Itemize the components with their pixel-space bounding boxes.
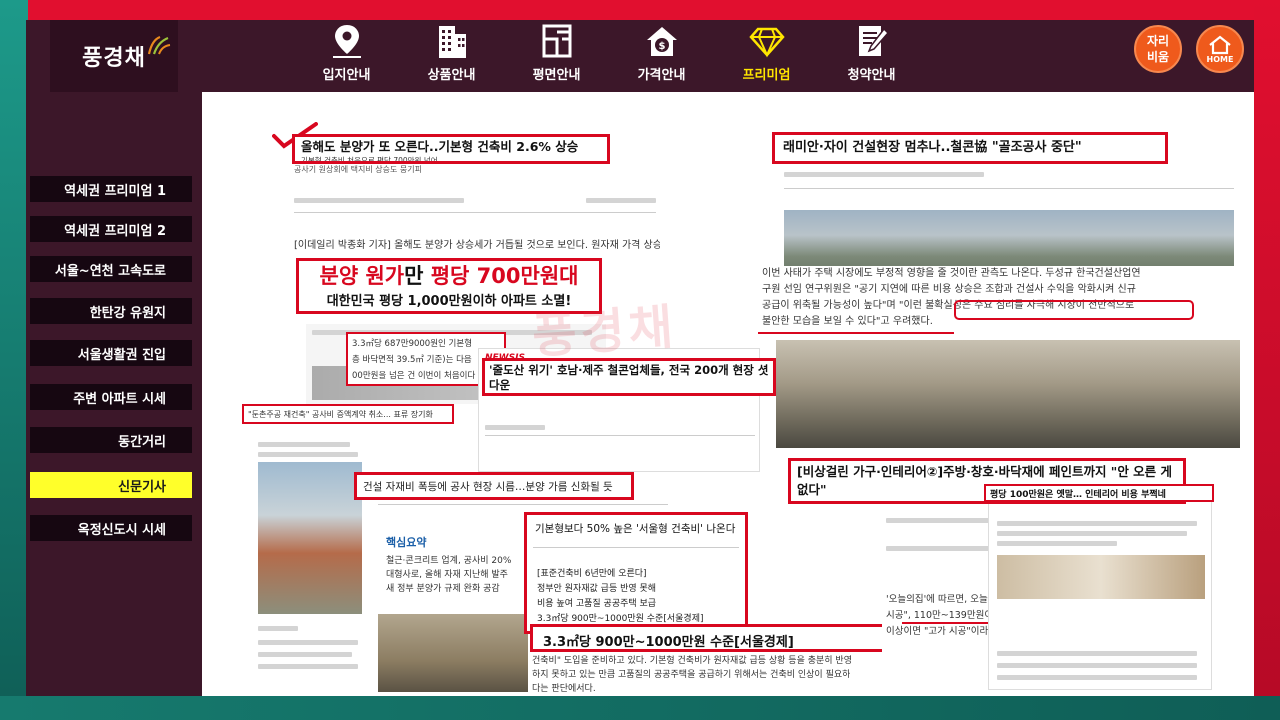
article-6-footer: 건축비" 도입을 준비하고 있다. 기본형 건축비가 원자재값 급등 상황 등을… <box>532 654 892 696</box>
building-icon <box>438 26 466 58</box>
sidebar-item-label: 옥정신도시 시세 <box>77 522 166 538</box>
diamond-icon <box>748 27 785 58</box>
sidebar-item-label: 주변 아파트 시세 <box>73 391 166 407</box>
sidebar-item-hantan-river[interactable]: 한탄강 유원지 <box>30 298 192 324</box>
bottom-border <box>0 696 1280 720</box>
interior-photo <box>997 555 1205 599</box>
document-pen-icon <box>858 26 889 56</box>
summary-title: 핵심요약 <box>386 536 427 549</box>
main-nav: 입지안내 상품안내 평면안내 $ 가격안내 프리미엄 청약안내 <box>294 20 924 92</box>
article-3-headline: '줄도산 위기' 호남·제주 철콘업체들, 전국 200개 현장 셧다운 <box>489 363 769 392</box>
sidebar-item-expressway[interactable]: 서울~연천 고속도로 <box>30 256 192 282</box>
article-1-lead: [이데일리 박종화 기자] 올해도 분양가 상승세가 거듭될 것으로 보인다. … <box>294 240 660 251</box>
brand-logo[interactable]: 풍경채 <box>50 20 178 92</box>
price-house-icon: $ <box>646 27 677 56</box>
nav-label: 상품안내 <box>427 68 476 83</box>
construction-photo-3 <box>258 462 362 614</box>
article-1-subhead: 공사기 원상회에 택지비 상승도 뭉기피 <box>294 165 422 174</box>
sidebar-item-label: 역세권 프리미엄 2 <box>64 223 166 239</box>
nav-label: 청약안내 <box>847 68 896 83</box>
sidebar-item-okjeong-prices[interactable]: 옥정신도시 시세 <box>30 515 192 541</box>
top-border <box>0 0 1280 22</box>
article-2-headline-box[interactable]: 래미안·자이 건설현장 멈추나..철콘協 "골조공사 중단" <box>772 132 1168 164</box>
nav-label: 가격안내 <box>637 68 686 83</box>
nav-label: 입지안내 <box>322 68 371 83</box>
brand-logo-text: 풍경채 <box>82 45 146 71</box>
left-border <box>0 0 28 720</box>
sidebar-item-label: 서울~연천 고속도로 <box>54 263 166 279</box>
sidebar-item-news[interactable]: 신문기사 <box>30 472 192 498</box>
article-5-headline: 건설 자재비 폭등에 공사 현장 시름…분양 가름 신화될 듯 <box>363 481 613 493</box>
leaf-icon <box>147 35 171 55</box>
away-button[interactable]: 자리 비움 <box>1134 25 1182 73</box>
article-6-card[interactable]: 기본형보다 50% 높은 '서울형 건축비' 나온다 [표준건축비 6년만에 오… <box>524 512 748 634</box>
right-border <box>1254 0 1280 720</box>
sidebar-item-label: 한탄강 유원지 <box>89 305 166 321</box>
article-2-headline: 래미안·자이 건설현장 멈추나..철콘協 "골조공사 중단" <box>783 140 1082 155</box>
nav-label: 프리미엄 <box>742 68 791 83</box>
nav-location[interactable]: 입지안내 <box>294 20 399 92</box>
nav-subscription[interactable]: 청약안내 <box>819 20 924 92</box>
nav-product[interactable]: 상품안내 <box>399 20 504 92</box>
article-6-body: [표준건축비 6년만에 오른다] 정부안 원자재값 급등 반영 못해 비용 높여… <box>537 569 704 624</box>
home-button-label: HOME <box>1206 54 1234 64</box>
away-button-label: 자리 비움 <box>1146 34 1170 64</box>
article-1-headline: 올해도 분양가 또 오른다..기본형 건축비 2.6% 상승 <box>301 139 579 154</box>
article-6-callout: 3.3㎡당 900만~1000만원 수준[서울경제] <box>530 624 888 652</box>
top-navigation-bar: 풍경채 입지안내 상품안내 평면안내 $ 가격안내 프리미엄 청약안내 자리 비… <box>26 20 1254 92</box>
floorplan-icon <box>542 24 571 58</box>
home-button[interactable]: HOME <box>1196 25 1244 73</box>
highlight-underline <box>758 332 954 334</box>
sidebar-item-station-premium-1[interactable]: 역세권 프리미엄 1 <box>30 176 192 202</box>
sidebar-item-nearby-prices[interactable]: 주변 아파트 시세 <box>30 384 192 410</box>
sidebar-item-label: 신문기사 <box>118 479 166 495</box>
highlight-frame <box>954 300 1194 320</box>
article-7-sub-box: 평당 100만원은 옛말… 인테리어 비용 부쩍네 <box>984 484 1214 502</box>
article-clip-4 <box>256 436 366 692</box>
article-6-headline: 기본형보다 50% 높은 '서울형 건축비' 나온다 <box>535 523 736 535</box>
home-icon <box>1209 35 1231 54</box>
svg-text:$: $ <box>658 41 665 52</box>
nav-floorplan[interactable]: 평면안내 <box>504 20 609 92</box>
sidebar-item-station-premium-2[interactable]: 역세권 프리미엄 2 <box>30 216 192 242</box>
article-4-headline-box[interactable]: "둔촌주공 재건축" 공사비 증액계약 취소... 표류 장기화 <box>242 404 454 424</box>
construction-photo-2 <box>776 340 1240 448</box>
construction-photo-4 <box>378 614 528 692</box>
sidebar-item-building-distance[interactable]: 동간거리 <box>30 427 192 453</box>
article-7-sub: 평당 100만원은 옛말… 인테리어 비용 부쩍네 <box>990 490 1166 500</box>
map-pin-icon <box>332 25 361 58</box>
article-5-headline-box[interactable]: 건설 자재비 폭등에 공사 현장 시름…분양 가름 신화될 듯 <box>354 472 634 500</box>
sidebar: 역세권 프리미엄 1 역세권 프리미엄 2 서울~연천 고속도로 한탄강 유원지… <box>26 92 202 696</box>
nav-premium[interactable]: 프리미엄 <box>714 20 819 92</box>
sidebar-item-label: 서울생활권 진입 <box>77 347 166 363</box>
watermark: 풍경채 <box>530 299 679 365</box>
price-callout-title: 분양 원가만 평당 700만원대 <box>319 264 579 288</box>
news-collage: 공사기 원상회에 택지비 상승도 뭉기피 [이데일리 박종화 기자] 올해도 분… <box>202 92 1254 696</box>
article-4-headline: "둔촌주공 재건축" 공사비 증액계약 취소... 표류 장기화 <box>248 410 433 419</box>
sidebar-item-label: 동간거리 <box>118 434 166 450</box>
sidebar-item-label: 역세권 프리미엄 1 <box>64 183 166 199</box>
nav-price[interactable]: $ 가격안내 <box>609 20 714 92</box>
article-3-headline-box[interactable]: '줄도산 위기' 호남·제주 철콘업체들, 전국 200개 현장 셧다운 <box>482 358 776 396</box>
nav-label: 평면안내 <box>532 68 581 83</box>
article-1-headline-box[interactable]: 올해도 분양가 또 오른다..기본형 건축비 2.6% 상승 기본형 건축비 처… <box>292 134 610 164</box>
article-1-sub: 기본형 건축비 처음으로 평당 700만원 넘어 <box>301 155 438 164</box>
interior-inset <box>988 500 1212 690</box>
sidebar-item-seoul-access[interactable]: 서울생활권 진입 <box>30 340 192 366</box>
